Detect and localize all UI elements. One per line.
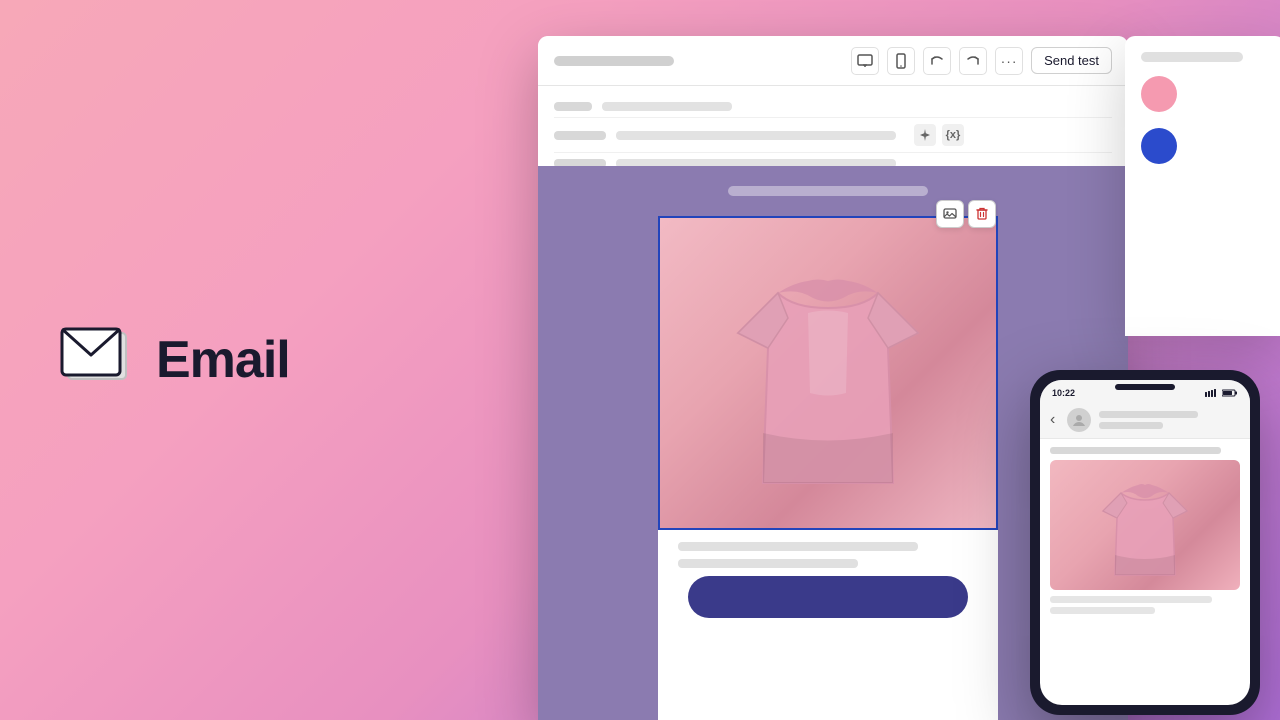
block-controls-top [936,200,996,228]
phone-content [1040,439,1250,622]
toolbar-breadcrumb-skel [554,56,674,66]
brand-icon [60,325,140,395]
email-body [658,166,998,720]
desktop-view-btn[interactable] [851,47,879,75]
phone-meta-line-1 [1099,411,1197,418]
shirt-image [660,218,996,528]
toolbar-left [554,56,674,66]
cta-button[interactable] [688,576,968,618]
replace-image-btn[interactable] [936,200,964,228]
right-panel [1125,36,1280,336]
phone-content-skel-1 [1050,447,1221,454]
phone-status-icons [1205,389,1238,397]
brand-area: Email [60,325,290,395]
more-options-btn[interactable]: ··· [995,47,1023,75]
send-test-button[interactable]: Send test [1031,47,1112,74]
phone-screen: 10:22 ‹ [1040,380,1250,705]
phone-notch [1115,384,1175,390]
variable-icon-btn[interactable]: {x} [942,124,964,146]
phone-time: 10:22 [1052,388,1075,398]
form-row-1 [554,96,1112,118]
footer-skel-2 [678,559,858,568]
form-action-icons: {x} [914,124,964,146]
form-value-skel-2 [616,131,896,140]
form-row-2: {x} [554,118,1112,153]
panel-skel-top [1141,52,1243,62]
toolbar: ··· Send test [538,36,1128,86]
form-value-skel-1 [602,102,732,111]
footer-skel-1 [678,542,918,551]
form-label-skel-1 [554,102,592,111]
phone-email-meta [1099,411,1240,429]
form-label-skel-2 [554,131,606,140]
phone-footer-skel-2 [1050,607,1155,614]
phone-frame: 10:22 ‹ [1030,370,1260,715]
mobile-view-btn[interactable] [887,47,915,75]
phone-back-btn[interactable]: ‹ [1050,411,1055,429]
email-header-skel [728,186,928,196]
color-swatches [1141,76,1269,172]
image-block-container [658,216,998,530]
phone-meta-line-2 [1099,422,1162,429]
brand-title: Email [156,330,290,390]
mobile-preview: 10:22 ‹ [1030,370,1260,720]
undo-btn[interactable] [923,47,951,75]
redo-btn[interactable] [959,47,987,75]
email-footer-skels [658,530,998,568]
selected-image-block[interactable] [658,216,998,530]
phone-email-header: ‹ [1040,402,1250,439]
phone-email-image [1050,460,1240,590]
shirt-svg [698,233,958,513]
color-swatch-pink[interactable] [1141,76,1177,112]
color-swatch-blue[interactable] [1141,128,1177,164]
phone-shirt-svg [1085,465,1205,585]
sparkle-icon-btn[interactable] [914,124,936,146]
delete-image-btn[interactable] [968,200,996,228]
phone-footer-skel-1 [1050,596,1212,603]
phone-avatar [1067,408,1091,432]
toolbar-right: ··· Send test [851,47,1112,75]
